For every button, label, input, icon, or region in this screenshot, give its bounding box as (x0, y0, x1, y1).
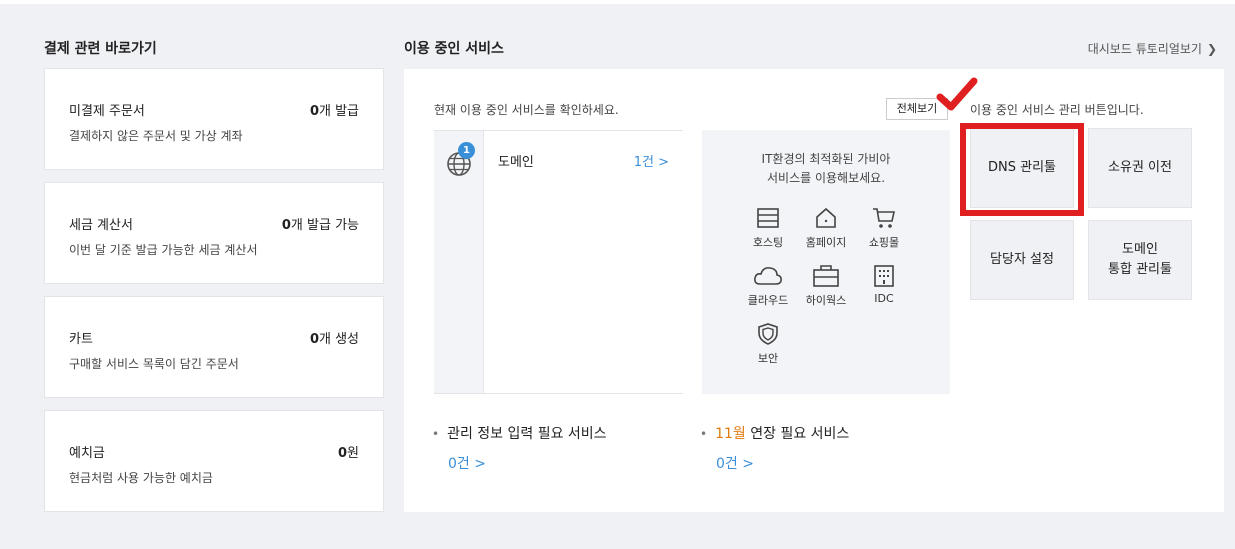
chevron-right-icon: ❯ (1206, 42, 1217, 56)
recommend-services-box: IT환경의 최적화된 가비아 서비스를 이용해보세요. 호스팅 홈페이지 쇼핑몰… (702, 130, 950, 394)
info-required-label: 관리 정보 입력 필요 서비스 (447, 426, 607, 442)
card-value: 0개 발급 (309, 104, 359, 119)
info-required-item: • 관리 정보 입력 필요 서비스 (432, 423, 607, 443)
home-icon (816, 207, 836, 228)
cloud-icon (754, 267, 782, 285)
card-value: 0개 발급 가능 (281, 218, 359, 233)
button-label-line-2: 통합 관리툴 (1108, 262, 1172, 277)
renewal-month: 11월 (715, 426, 746, 442)
card-value: 0원 (337, 446, 359, 461)
card-value: 0개 생성 (309, 332, 359, 347)
service-security[interactable]: 보안 (738, 322, 798, 366)
ownership-transfer-button[interactable]: 소유권 이전 (1088, 128, 1192, 208)
tutorial-link[interactable]: 대시보드 튜토리얼보기 ❯ (1088, 40, 1217, 57)
domain-count-badge: 1 (458, 142, 475, 159)
service-shopping[interactable]: 쇼핑몰 (854, 206, 914, 250)
card-desc: 이번 달 기준 발급 가능한 세금 계산서 (69, 243, 258, 257)
domain-icon-column: 1 (434, 131, 484, 393)
payment-section-title: 결제 관련 바로가기 (44, 41, 157, 57)
manage-buttons-note: 이용 중인 서비스 관리 버튼입니다. (970, 103, 1144, 117)
renewal-label: 연장 필요 서비스 (745, 426, 850, 442)
recommend-line-2: 서비스를 이용해보세요. (766, 171, 886, 185)
domain-service-box[interactable]: 1 도메인 1건 > (434, 130, 683, 394)
service-label: 홈페이지 (805, 236, 847, 249)
card-title: 미결제 주문서 (69, 104, 145, 119)
hosting-icon (757, 208, 779, 228)
card-title: 카트 (69, 332, 93, 347)
service-homepage[interactable]: 홈페이지 (796, 206, 856, 250)
service-label: 호스팅 (752, 236, 784, 249)
service-label: IDC (874, 292, 894, 305)
top-strip (0, 0, 1235, 4)
service-label: 하이웍스 (805, 294, 847, 307)
recommend-line-1: IT환경의 최적화된 가비아 (761, 152, 891, 166)
bullet-icon: • (432, 427, 440, 441)
service-label: 쇼핑몰 (868, 236, 900, 249)
cart-card[interactable]: 카트 구매할 서비스 목록이 담긴 주문서 0개 생성 (44, 296, 384, 398)
service-cloud[interactable]: 클라우드 (738, 264, 798, 308)
bullet-icon: • (700, 427, 708, 441)
card-desc: 현금처럼 사용 가능한 예치금 (69, 471, 213, 485)
highlight-box (960, 123, 1084, 216)
service-label: 보안 (757, 352, 779, 365)
renewal-item: • 11월 연장 필요 서비스 (700, 423, 849, 443)
card-title: 세금 계산서 (69, 218, 133, 233)
services-intro: 현재 이용 중인 서비스를 확인하세요. (434, 103, 619, 117)
service-label: 클라우드 (747, 294, 789, 307)
service-hiworks[interactable]: 하이웍스 (796, 264, 856, 308)
building-icon (874, 265, 894, 287)
card-desc: 구매할 서비스 목록이 담긴 주문서 (69, 357, 239, 371)
services-panel: 현재 이용 중인 서비스를 확인하세요. 1 도메인 1건 > IT환경의 최적… (404, 69, 1224, 512)
tutorial-link-label: 대시보드 튜토리얼보기 (1087, 42, 1202, 56)
services-section-title: 이용 중인 서비스 (404, 41, 504, 57)
unpaid-orders-card[interactable]: 미결제 주문서 결제하지 않은 주문서 및 가상 계좌 0개 발급 (44, 68, 384, 170)
domain-label: 도메인 (498, 155, 534, 170)
card-desc: 결제하지 않은 주문서 및 가상 계좌 (69, 129, 243, 143)
contact-settings-button[interactable]: 담당자 설정 (970, 220, 1074, 300)
deposit-card[interactable]: 예치금 현금처럼 사용 가능한 예치금 0원 (44, 410, 384, 512)
domain-integrated-manager-button[interactable]: 도메인 통합 관리툴 (1088, 220, 1192, 300)
service-idc[interactable]: IDC (854, 264, 914, 305)
card-title: 예치금 (69, 446, 105, 461)
info-required-count-link[interactable]: 0건 > (448, 453, 486, 473)
tax-invoice-card[interactable]: 세금 계산서 이번 달 기준 발급 가능한 세금 계산서 0개 발급 가능 (44, 182, 384, 284)
renewal-count-link[interactable]: 0건 > (716, 453, 754, 473)
recommend-message: IT환경의 최적화된 가비아 서비스를 이용해보세요. (702, 150, 950, 188)
cart-icon (873, 208, 895, 228)
shield-icon (758, 323, 778, 345)
service-hosting[interactable]: 호스팅 (738, 206, 798, 250)
domain-count-link[interactable]: 1건 > (634, 151, 669, 170)
button-label-line-1: 도메인 (1122, 242, 1158, 257)
briefcase-icon (813, 265, 839, 287)
